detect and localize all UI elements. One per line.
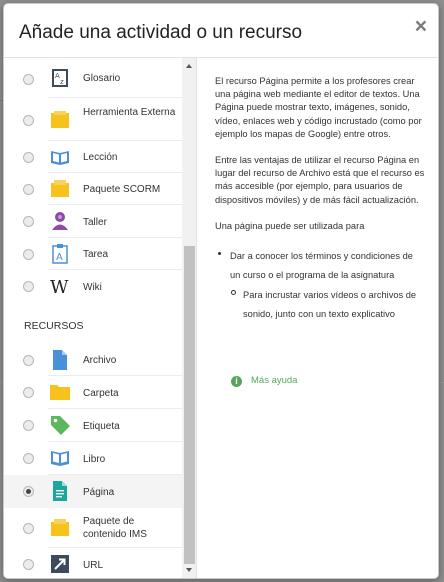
scorm-package-icon [49, 178, 71, 200]
glossary-icon: Az [49, 67, 71, 89]
svg-text:z: z [60, 78, 64, 86]
option-label: Taller [83, 217, 107, 228]
option-radio[interactable] [23, 281, 34, 292]
option-radio[interactable] [23, 486, 34, 497]
close-icon[interactable]: × [415, 16, 427, 37]
lesson-icon [49, 146, 71, 168]
file-icon [49, 349, 71, 371]
option-radio[interactable] [23, 184, 34, 195]
options-list: Az Glosario Herramienta Externa Lección [4, 58, 197, 578]
external-tool-icon [49, 109, 71, 131]
activity-chooser-dialog: Añade una actividad o un recurso × Az Gl… [3, 3, 439, 579]
option-herramienta-externa[interactable]: Herramienta Externa [4, 98, 182, 141]
option-pagina[interactable]: Página [4, 475, 182, 508]
option-radio[interactable] [23, 420, 34, 431]
dialog-header: Añade una actividad o un recurso × [4, 4, 438, 58]
help-paragraph: Una página puede ser utilizada para [215, 220, 365, 231]
scroll-down-arrow-icon[interactable] [186, 568, 192, 572]
option-label: URL [83, 560, 104, 571]
help-paragraph: El recurso Página permite a los profesor… [215, 76, 422, 139]
option-radio[interactable] [23, 453, 34, 464]
scrollbar-thumb[interactable] [184, 246, 195, 564]
options-scrollbar[interactable] [182, 58, 196, 578]
option-label: Página [83, 487, 115, 498]
option-radio[interactable] [23, 115, 34, 126]
more-help-link[interactable]: Más ayuda [251, 375, 297, 386]
help-panel: El recurso Página permite a los profesor… [215, 75, 425, 324]
option-paquete-scorm[interactable]: Paquete SCORM [4, 173, 182, 205]
option-radio[interactable] [23, 355, 34, 366]
option-label: Archivo [83, 355, 117, 366]
page-icon [49, 480, 71, 502]
url-icon [49, 553, 71, 575]
option-carpeta[interactable]: Carpeta [4, 376, 182, 409]
option-tarea[interactable]: A Tarea [4, 238, 182, 270]
option-label: Lección [83, 152, 118, 163]
svg-text:A: A [56, 252, 63, 263]
option-label: Paquete SCORM [83, 184, 161, 195]
option-label: Glosario [83, 73, 121, 84]
assignment-icon: A [49, 243, 71, 265]
option-radio[interactable] [23, 249, 34, 260]
folder-icon [49, 381, 71, 403]
workshop-icon [49, 210, 71, 232]
label-tag-icon [49, 414, 71, 436]
option-url[interactable]: URL [4, 548, 182, 578]
book-icon [49, 447, 71, 469]
info-icon: i [231, 376, 242, 387]
option-radio[interactable] [23, 74, 34, 85]
option-libro[interactable]: Libro [4, 442, 182, 475]
option-leccion[interactable]: Lección [4, 141, 182, 173]
option-label: Herramienta Externa [83, 107, 176, 118]
option-radio[interactable] [23, 559, 34, 570]
dialog-title: Añade una actividad o un recurso [19, 22, 303, 43]
option-radio[interactable] [23, 216, 34, 227]
option-label: Carpeta [83, 388, 119, 399]
option-radio[interactable] [23, 152, 34, 163]
option-taller[interactable]: Taller [4, 205, 182, 238]
help-bullet-text: Dar a conocer los términos y condiciones… [230, 251, 413, 281]
option-label: Paquete de contenido IMS [83, 516, 147, 540]
help-bullet: Dar a conocer los términos y condiciones… [217, 247, 425, 324]
scroll-up-arrow-icon[interactable] [186, 64, 192, 68]
wiki-icon: W [49, 275, 71, 297]
help-sublist: Para incrustar varios vídeos o archivos … [230, 286, 425, 324]
option-label: Libro [83, 454, 106, 465]
help-subbullet: Para incrustar varios vídeos o archivos … [230, 286, 425, 324]
help-list: Dar a conocer los términos y condiciones… [215, 247, 425, 324]
option-label: Tarea [83, 249, 109, 260]
ims-package-icon [49, 517, 71, 539]
option-radio[interactable] [23, 523, 34, 534]
resources-section-title: RECURSOS [24, 320, 84, 332]
option-etiqueta[interactable]: Etiqueta [4, 409, 182, 442]
help-paragraph: Entre las ventajas de utilizar el recurs… [215, 155, 425, 205]
option-glosario[interactable]: Az Glosario [4, 58, 182, 98]
option-radio[interactable] [23, 387, 34, 398]
svg-text:W: W [50, 277, 69, 297]
option-label: Etiqueta [83, 421, 120, 432]
option-label: Wiki [83, 282, 102, 293]
option-paquete-ims[interactable]: Paquete de contenido IMS [4, 508, 182, 548]
option-wiki[interactable]: W Wiki [4, 270, 182, 303]
option-archivo[interactable]: Archivo [4, 343, 182, 376]
